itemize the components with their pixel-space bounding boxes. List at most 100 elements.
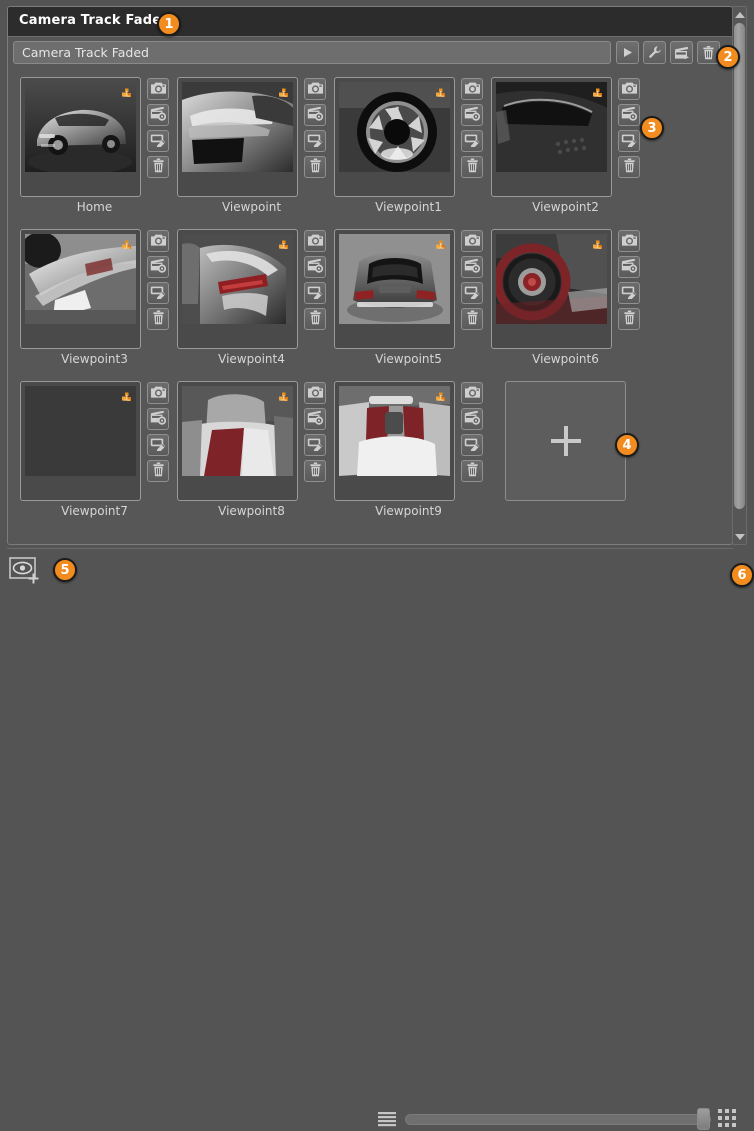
record-video-button[interactable] [670, 41, 693, 64]
viewpoint-thumbnail[interactable] [177, 77, 298, 197]
delete-viewpoint-button[interactable] [147, 308, 169, 330]
trash-icon [309, 158, 322, 177]
viewpoint-item: Viewpoint7 [16, 381, 173, 533]
viewpoint-label: Viewpoint9 [341, 504, 476, 518]
update-snapshot-button[interactable] [304, 408, 326, 430]
rename-viewpoint-button[interactable] [618, 282, 640, 304]
rename-viewpoint-button[interactable] [304, 130, 326, 152]
capture-viewpoint-button[interactable] [147, 230, 169, 252]
update-snapshot-button[interactable] [618, 104, 640, 126]
update-snapshot-button[interactable] [304, 256, 326, 278]
rename-viewpoint-button[interactable] [461, 130, 483, 152]
delete-viewpoint-button[interactable] [147, 156, 169, 178]
update-snapshot-button[interactable] [618, 256, 640, 278]
viewpoints-panel: Camera Track Faded [0, 0, 754, 594]
rename-viewpoint-button[interactable] [461, 434, 483, 456]
rename-edit-icon [150, 436, 167, 455]
rename-viewpoint-button[interactable] [304, 282, 326, 304]
add-viewpoint-cell[interactable] [505, 381, 626, 501]
trash-icon [466, 310, 479, 329]
update-snapshot-button[interactable] [461, 104, 483, 126]
delete-viewpoint-button[interactable] [461, 156, 483, 178]
delete-viewpoint-button[interactable] [147, 460, 169, 482]
vertical-scrollbar[interactable] [732, 6, 747, 545]
capture-viewpoint-button[interactable] [304, 230, 326, 252]
capture-viewpoint-button[interactable] [304, 78, 326, 100]
rename-viewpoint-button[interactable] [618, 130, 640, 152]
callout-badge-2: 2 [716, 45, 740, 69]
viewpoint-action-buttons [461, 381, 483, 501]
rename-viewpoint-button[interactable] [461, 282, 483, 304]
thumbnail-size-slider[interactable] [405, 1114, 711, 1125]
delete-viewpoint-button[interactable] [304, 156, 326, 178]
update-snapshot-button[interactable] [147, 256, 169, 278]
viewpoint-item: Viewpoint6 [487, 229, 644, 381]
delete-viewpoint-button[interactable] [618, 308, 640, 330]
update-snapshot-button[interactable] [461, 408, 483, 430]
viewpoint-item: Home [16, 77, 173, 229]
viewpoint-thumbnail[interactable] [177, 229, 298, 349]
update-snapshot-button[interactable] [461, 256, 483, 278]
delete-viewpoint-button[interactable] [304, 308, 326, 330]
capture-viewpoint-button[interactable] [304, 382, 326, 404]
viewpoint-action-buttons [461, 77, 483, 197]
delete-viewpoint-button[interactable] [304, 460, 326, 482]
track-name-input[interactable] [13, 41, 611, 64]
viewpoint-preview-image [25, 234, 136, 324]
viewpoint-thumbnail[interactable] [334, 77, 455, 197]
rename-viewpoint-button[interactable] [304, 434, 326, 456]
capture-viewpoint-button[interactable] [461, 230, 483, 252]
grid-view-button[interactable] [718, 1109, 738, 1129]
rename-edit-icon [307, 436, 324, 455]
capture-viewpoint-button[interactable] [461, 382, 483, 404]
camera-film-icon [307, 410, 324, 429]
thumbnail-size-slider-handle[interactable] [697, 1108, 710, 1130]
viewpoint-thumbnail[interactable] [177, 381, 298, 501]
delete-viewpoint-button[interactable] [618, 156, 640, 178]
plus-icon [551, 426, 581, 456]
viewpoint-thumbnail[interactable] [20, 381, 141, 501]
viewpoint-preview-image [339, 82, 450, 172]
add-view-button[interactable] [9, 557, 42, 585]
viewpoint-label: Viewpoint8 [184, 504, 319, 518]
viewpoint-thumbnail[interactable] [491, 229, 612, 349]
viewpoint-thumbnail[interactable] [334, 229, 455, 349]
rename-viewpoint-button[interactable] [147, 282, 169, 304]
viewpoint-thumbnail[interactable] [20, 229, 141, 349]
viewpoint-cell-body [177, 77, 326, 197]
viewpoint-cell-body [334, 77, 483, 197]
viewpoint-cell-body [20, 229, 169, 349]
scroll-down-arrow[interactable] [733, 530, 746, 543]
update-snapshot-button[interactable] [147, 408, 169, 430]
viewpoint-preview-image [496, 82, 607, 172]
settings-button[interactable] [643, 41, 666, 64]
delete-viewpoint-button[interactable] [461, 460, 483, 482]
update-snapshot-button[interactable] [304, 104, 326, 126]
viewpoint-thumbnail[interactable] [491, 77, 612, 197]
delete-viewpoint-button[interactable] [461, 308, 483, 330]
viewpoint-preview-image [182, 234, 293, 324]
capture-viewpoint-button[interactable] [147, 78, 169, 100]
panel-frame: Camera Track Faded [7, 6, 733, 545]
capture-viewpoint-button[interactable] [618, 78, 640, 100]
viewpoints-grid: Home [8, 69, 732, 544]
list-view-button[interactable] [378, 1111, 396, 1127]
rename-viewpoint-button[interactable] [147, 434, 169, 456]
capture-viewpoint-button[interactable] [147, 382, 169, 404]
viewpoint-thumbnail[interactable] [20, 77, 141, 197]
capture-viewpoint-button[interactable] [618, 230, 640, 252]
rename-edit-icon [464, 436, 481, 455]
update-snapshot-button[interactable] [147, 104, 169, 126]
panel-title: Camera Track Faded [19, 13, 171, 28]
capture-viewpoint-button[interactable] [461, 78, 483, 100]
trash-icon [152, 158, 165, 177]
camera-icon [621, 80, 638, 99]
viewpoint-item: Viewpoint9 [330, 381, 487, 533]
scroll-thumb[interactable] [734, 23, 745, 509]
viewpoint-label: Viewpoint1 [341, 200, 476, 214]
viewpoint-label: Viewpoint7 [27, 504, 162, 518]
play-button[interactable] [616, 41, 639, 64]
viewpoint-thumbnail[interactable] [334, 381, 455, 501]
scroll-up-arrow[interactable] [733, 8, 746, 21]
rename-viewpoint-button[interactable] [147, 130, 169, 152]
